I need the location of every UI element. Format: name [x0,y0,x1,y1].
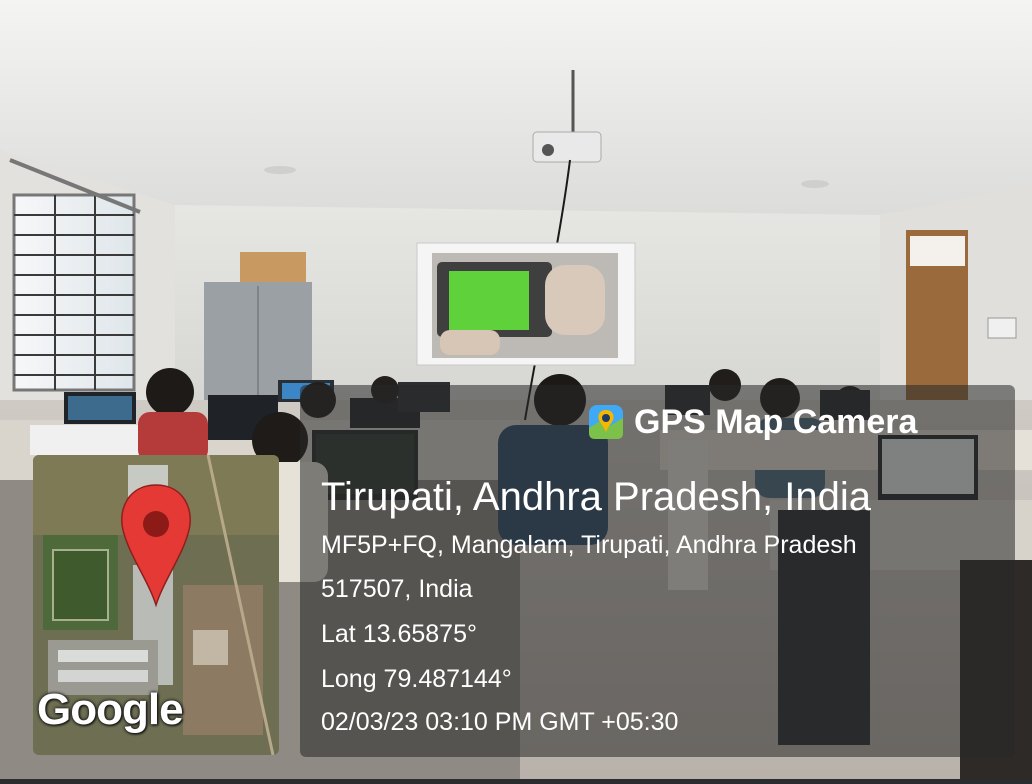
longitude: Long 79.487144° [321,665,512,693]
app-name: GPS Map Camera [634,402,918,441]
address-line-2: 517507, India [321,575,473,603]
address-line-1: MF5P+FQ, Mangalam, Tirupati, Andhra Prad… [321,531,857,559]
datetime-stamp: 02/03/23 03:10 PM GMT +05:30 [321,708,679,736]
map-pin-camera-icon [589,405,623,439]
latitude: Lat 13.65875° [321,620,477,648]
map-attribution: Google [37,685,184,734]
app-brand: GPS Map Camera [588,395,917,449]
location-title: Tirupati, Andhra Pradesh, India [321,475,871,519]
map-thumbnail: Google [33,455,279,755]
